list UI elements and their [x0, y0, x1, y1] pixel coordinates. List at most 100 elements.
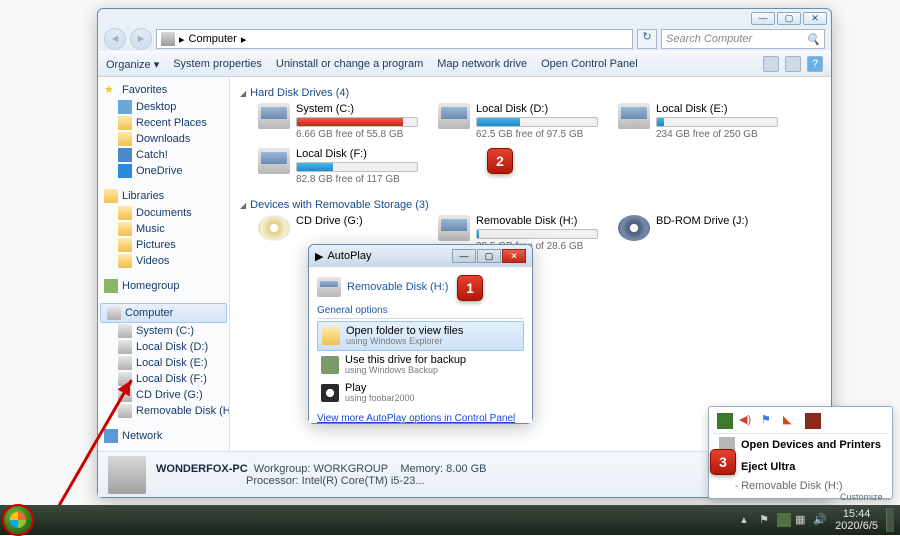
network-icon[interactable]: ▦ [795, 513, 809, 527]
sidebar-item-desktop[interactable]: Desktop [98, 99, 229, 115]
preview-icon[interactable] [785, 56, 801, 72]
eject-icon[interactable] [777, 513, 791, 527]
sidebar-item-catch[interactable]: Catch! [98, 147, 229, 163]
collapse-icon: ◢ [240, 201, 246, 210]
max-button[interactable]: ▢ [477, 249, 501, 263]
max-button[interactable]: ▢ [777, 12, 801, 25]
autoplay-option[interactable]: Open folder to view filesusing Windows E… [317, 321, 524, 351]
organize-menu[interactable]: Organize ▾ [106, 58, 159, 71]
drive-icon [118, 404, 132, 418]
breadcrumb[interactable]: ▸ Computer ▸ [156, 29, 633, 49]
app-icon[interactable]: ◣ [783, 413, 799, 429]
hdd-icon [258, 148, 290, 174]
eject-ultra[interactable]: Eject Ultra [713, 456, 888, 478]
min-button[interactable]: — [452, 249, 476, 263]
system-properties[interactable]: System properties [173, 58, 262, 70]
sidebar-item-pictures[interactable]: Pictures [98, 237, 229, 253]
drive-item[interactable]: Local Disk (D:)62.5 GB free of 97.5 GB [438, 103, 598, 140]
autoplay-section: General options [317, 305, 524, 319]
taskbar: ▴ ⚑ ▦ 🔊 15:442020/6/5 [0, 505, 900, 535]
min-button[interactable]: — [751, 12, 775, 25]
badge-2: 2 [487, 148, 513, 174]
sidebar-item-downloads[interactable]: Downloads [98, 131, 229, 147]
clock[interactable]: 15:442020/6/5 [831, 508, 882, 532]
network-icon [104, 429, 118, 443]
folder-icon [118, 206, 132, 220]
sidebar-item-onedrive[interactable]: OneDrive [98, 163, 229, 179]
drive-item[interactable]: System (C:)6.66 GB free of 55.8 GB [258, 103, 418, 140]
nav-back[interactable]: ◄ [104, 28, 126, 50]
computer-icon [108, 456, 146, 494]
autoplay-window: ▶ AutoPlay — ▢ ✕ Removable Disk (H:) Gen… [308, 244, 533, 424]
sidebar-computer[interactable]: Computer [100, 303, 227, 323]
titlebar[interactable]: — ▢ ✕ [98, 9, 831, 27]
bd-icon [618, 215, 650, 241]
play-icon [321, 384, 339, 402]
folder-icon [322, 327, 340, 345]
backup-icon [321, 356, 339, 374]
volume-icon[interactable]: ◀) [739, 413, 755, 429]
close-button[interactable]: ✕ [502, 249, 526, 263]
sidebar-item-recent[interactable]: Recent Places [98, 115, 229, 131]
drive-item[interactable]: Local Disk (F:)82.8 GB free of 117 GB [258, 148, 418, 185]
computer-icon [161, 32, 175, 46]
view-icon[interactable] [763, 56, 779, 72]
sidebar-libraries[interactable]: Libraries [98, 187, 229, 205]
app-icon[interactable] [805, 413, 821, 429]
sidebar-item-drive-c[interactable]: System (C:) [98, 323, 229, 339]
folder-icon [118, 132, 132, 146]
sidebar-network[interactable]: Network [98, 427, 229, 445]
sidebar-favorites[interactable]: ★Favorites [98, 81, 229, 99]
volume-icon[interactable]: 🔊 [813, 513, 827, 527]
tray-icon[interactable] [717, 413, 733, 429]
homegroup-icon [104, 279, 118, 293]
hdd-icon [438, 215, 470, 241]
libraries-icon [104, 189, 118, 203]
drive-item[interactable]: BD-ROM Drive (J:) [618, 215, 778, 252]
autoplay-option[interactable]: Use this drive for backupusing Windows B… [317, 351, 524, 379]
sidebar-item-documents[interactable]: Documents [98, 205, 229, 221]
drive-icon [118, 324, 132, 338]
drive-icon [317, 277, 341, 297]
control-panel[interactable]: Open Control Panel [541, 58, 638, 70]
map-drive[interactable]: Map network drive [437, 58, 527, 70]
drive-item[interactable]: Local Disk (E:)234 GB free of 250 GB [618, 103, 778, 140]
sidebar-item-drive-e[interactable]: Local Disk (E:) [98, 355, 229, 371]
close-button[interactable]: ✕ [803, 12, 827, 25]
start-button[interactable] [2, 504, 34, 536]
autoplay-option[interactable]: Playusing foobar2000 [317, 379, 524, 407]
flag-icon[interactable]: ⚑ [761, 413, 777, 429]
desktop-icon [118, 100, 132, 114]
hdd-icon [258, 103, 290, 129]
bc-arrow: ▸ [241, 33, 247, 46]
collapse-icon: ◢ [240, 89, 246, 98]
autoplay-more-link[interactable]: View more AutoPlay options in Control Pa… [317, 413, 524, 424]
autoplay-device: Removable Disk (H:) [347, 281, 448, 293]
search-input[interactable]: Search Computer🔍 [661, 29, 825, 49]
bc-root[interactable]: Computer [189, 33, 237, 45]
badge-1: 1 [457, 275, 483, 301]
bc-arrow: ▸ [179, 33, 185, 46]
flag-icon[interactable]: ⚑ [759, 513, 773, 527]
nav-fwd[interactable]: ► [130, 28, 152, 50]
customize-link[interactable]: Customize... [840, 492, 890, 502]
folder-icon [118, 222, 132, 236]
open-devices-printers[interactable]: Open Devices and Printers [713, 434, 888, 456]
sidebar-item-drive-f[interactable]: Local Disk (F:) [98, 371, 229, 387]
autoplay-titlebar[interactable]: ▶ AutoPlay — ▢ ✕ [309, 245, 532, 267]
help-icon[interactable]: ? [807, 56, 823, 72]
uninstall-program[interactable]: Uninstall or change a program [276, 58, 423, 70]
drive-icon [118, 356, 132, 370]
sidebar-homegroup[interactable]: Homegroup [98, 277, 229, 295]
autoplay-icon: ▶ [315, 250, 323, 263]
sidebar-item-videos[interactable]: Videos [98, 253, 229, 269]
section-hdd[interactable]: ◢Hard Disk Drives (4) [240, 83, 821, 103]
folder-icon [118, 238, 132, 252]
section-removable[interactable]: ◢Devices with Removable Storage (3) [240, 195, 821, 215]
show-desktop[interactable] [886, 508, 894, 532]
refresh-button[interactable]: ↻ [637, 29, 657, 49]
cd-icon [258, 215, 290, 241]
sidebar-item-music[interactable]: Music [98, 221, 229, 237]
sidebar-item-drive-d[interactable]: Local Disk (D:) [98, 339, 229, 355]
tray-up-icon[interactable]: ▴ [741, 513, 755, 527]
